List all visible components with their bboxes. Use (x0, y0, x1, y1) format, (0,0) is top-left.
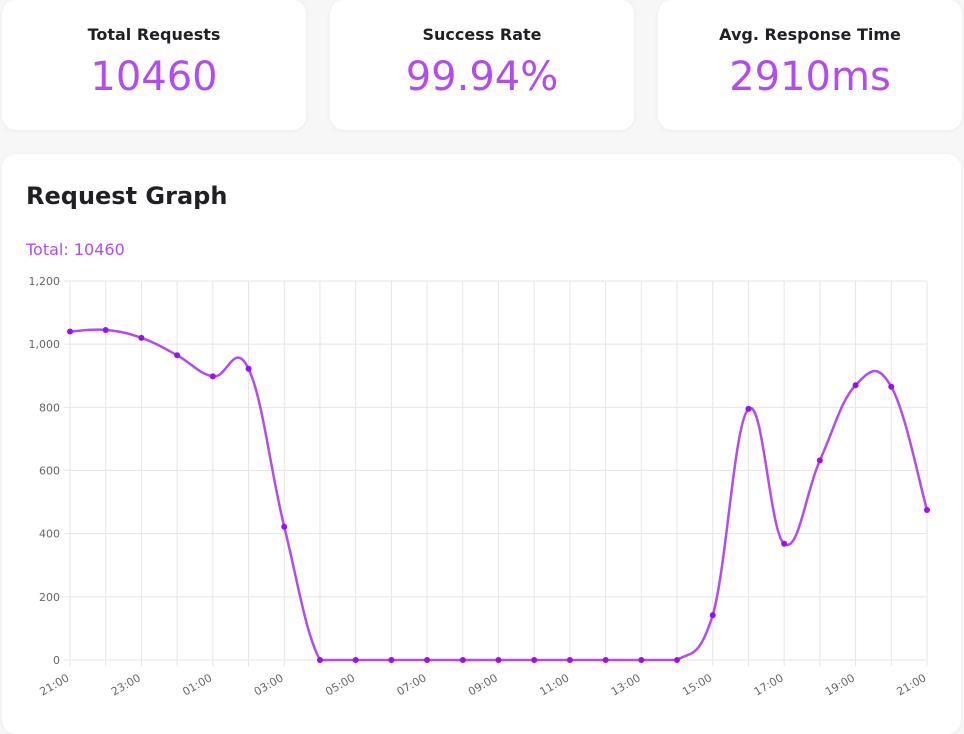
y-tick-label: 1,000 (29, 338, 61, 351)
success-rate-label: Success Rate (422, 25, 542, 44)
y-tick-label: 600 (39, 465, 60, 478)
data-point (209, 373, 216, 380)
data-point (424, 657, 431, 663)
x-tick-label: 09:00 (466, 671, 500, 698)
data-point (67, 328, 73, 335)
y-tick-label: 800 (39, 401, 60, 414)
x-tick-label: 07:00 (395, 671, 429, 698)
x-tick-label: 17:00 (752, 671, 786, 698)
y-tick-label: 400 (39, 528, 60, 541)
data-point (138, 334, 145, 341)
y-tick-label: 1,200 (29, 275, 61, 288)
data-point (924, 506, 930, 513)
data-point (316, 657, 323, 663)
x-tick-label: 15:00 (680, 671, 714, 698)
total-requests-value: 10460 (90, 54, 218, 100)
avg-response-time-card: Avg. Response Time 2910ms (658, 0, 962, 130)
avg-response-time-label: Avg. Response Time (719, 25, 901, 44)
data-point (531, 657, 538, 663)
data-point (102, 326, 109, 333)
x-tick-label: 11:00 (537, 671, 571, 698)
x-tick-label: 03:00 (252, 671, 286, 698)
data-point (352, 657, 359, 663)
x-tick-label: 13:00 (609, 671, 643, 698)
total-requests-card: Total Requests 10460 (2, 0, 306, 130)
data-point (602, 657, 609, 663)
avg-response-time-value: 2910ms (729, 54, 891, 100)
x-tick-label: 05:00 (323, 671, 357, 698)
data-point (566, 657, 573, 663)
success-rate-card: Success Rate 99.94% (330, 0, 634, 130)
data-point (709, 612, 716, 619)
total-requests-label: Total Requests (87, 25, 221, 44)
data-point (459, 657, 466, 663)
data-point (674, 657, 681, 663)
x-tick-label: 19:00 (823, 671, 857, 698)
data-point (638, 657, 645, 663)
data-point (852, 382, 859, 389)
data-point (388, 657, 395, 663)
x-tick-label: 21:00 (38, 671, 72, 698)
data-point (781, 540, 788, 547)
data-point (245, 365, 252, 372)
x-tick-label: 21:00 (895, 671, 929, 698)
x-tick-label: 23:00 (109, 671, 143, 698)
data-point (888, 383, 895, 390)
request-graph-card: Request Graph Total: 10460 0 200 400 600 800… (2, 154, 961, 734)
success-rate-value: 99.94% (405, 54, 559, 100)
data-point (745, 405, 752, 412)
x-tick-label: 01:00 (180, 671, 214, 698)
data-point (816, 457, 823, 464)
data-point (174, 352, 181, 359)
y-tick-label: 0 (53, 654, 60, 667)
y-tick-label: 200 (39, 591, 60, 604)
request-line-chart: 0 200 400 600 800 1,000 1,200 21:00 23:00 01:00 03… (29, 275, 930, 698)
data-point (495, 657, 502, 663)
data-point (281, 523, 288, 530)
